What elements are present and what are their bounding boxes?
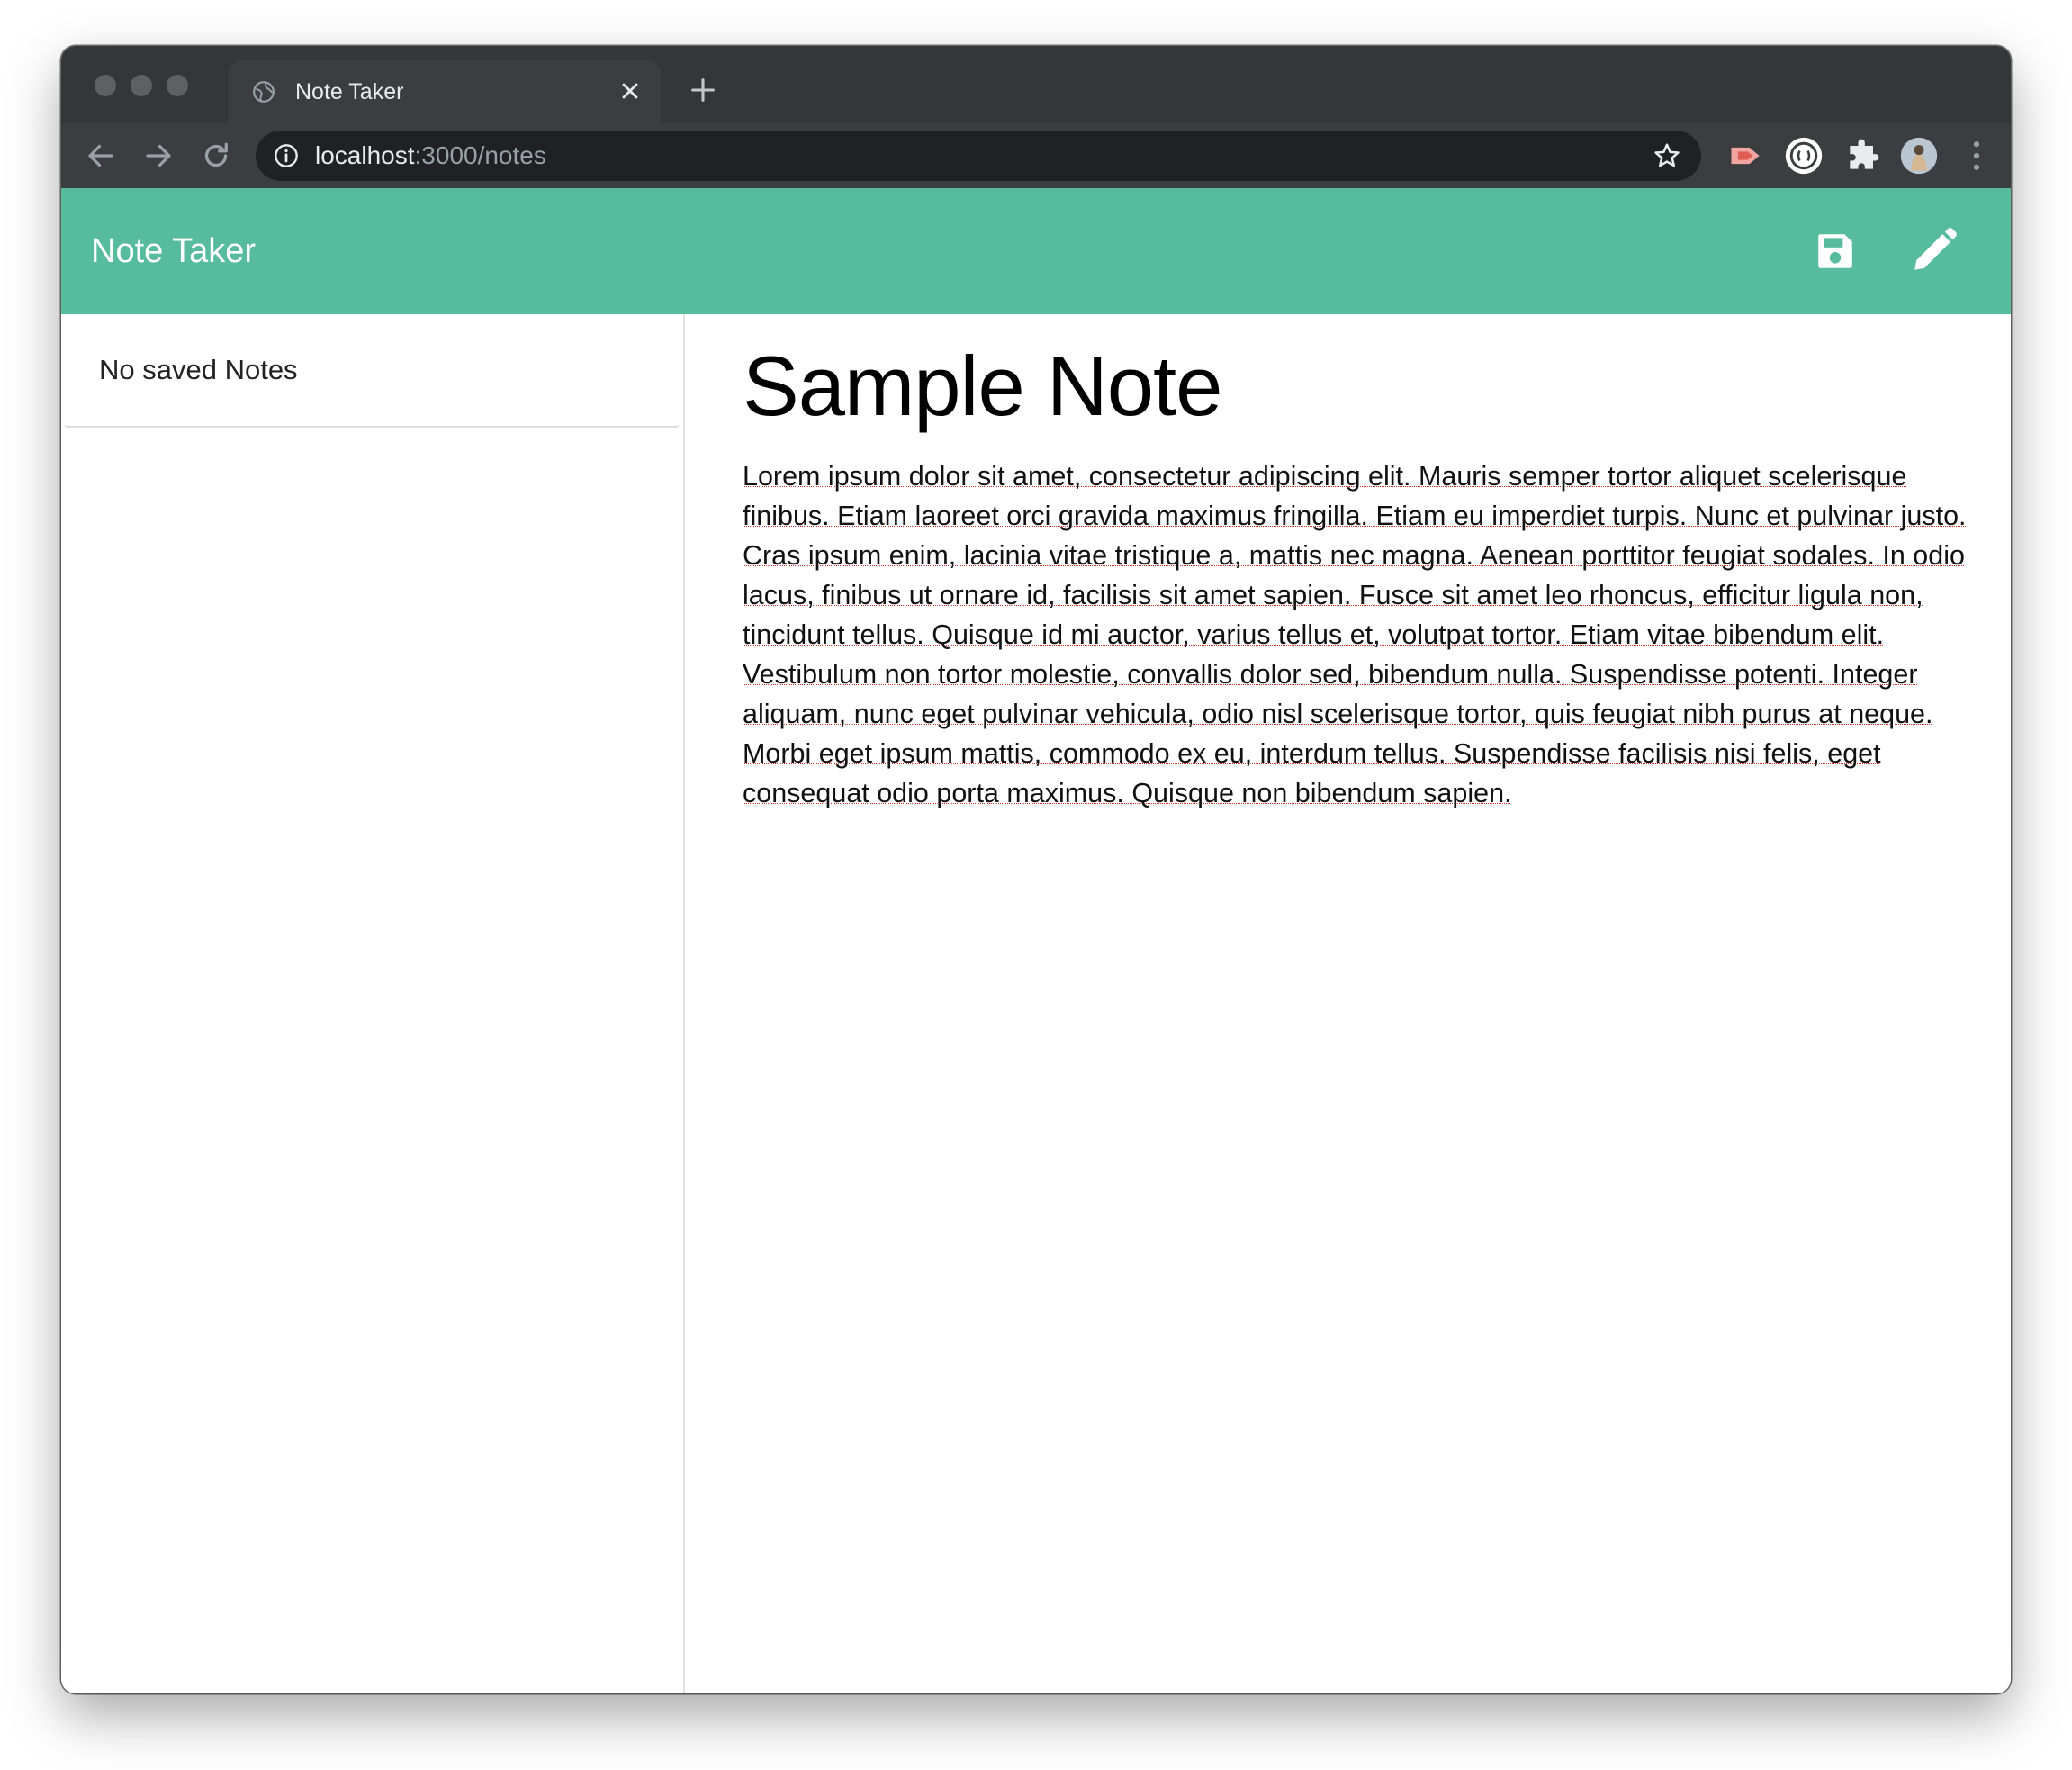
empty-notes-message: No saved Notes (99, 354, 298, 385)
url-host: localhost (315, 141, 415, 169)
extension-circle-icon[interactable] (1784, 136, 1824, 176)
info-icon[interactable] (274, 143, 299, 168)
window-controls (95, 75, 188, 96)
minimize-window-dot[interactable] (131, 75, 152, 96)
puzzle-extensions-icon[interactable] (1843, 136, 1883, 176)
tab-strip: Note Taker (61, 46, 2011, 123)
browser-toolbar: localhost:3000/notes (61, 123, 2011, 188)
brand-title[interactable]: Note Taker (91, 230, 256, 273)
url-text: localhost:3000/notes (315, 139, 546, 173)
browser-window: Note Taker localhost:3000/notes Note Tak… (61, 46, 2011, 1693)
forward-arrow-icon[interactable] (142, 140, 175, 172)
pencil-icon[interactable] (1908, 224, 1960, 276)
note-title[interactable]: Sample Note (743, 314, 1976, 431)
close-icon[interactable] (617, 78, 643, 104)
address-bar[interactable]: localhost:3000/notes (256, 131, 1701, 181)
extension-tag-icon[interactable] (1726, 136, 1766, 176)
globe-icon (253, 81, 275, 103)
notes-sidebar: No saved Notes (61, 314, 685, 1693)
app-navbar: Note Taker (61, 188, 2011, 314)
browser-menu-icon[interactable] (1957, 136, 1996, 176)
list-item: No saved Notes (64, 314, 680, 428)
note-taker-app: Note Taker No saved Notes Sample Note Lo… (61, 188, 2011, 1693)
tab-title: Note Taker (295, 79, 404, 104)
back-arrow-icon[interactable] (85, 140, 117, 172)
reload-icon[interactable] (200, 140, 232, 172)
note-body[interactable]: Lorem ipsum dolor sit amet, consectetur … (743, 456, 1976, 813)
maximize-window-dot[interactable] (167, 75, 188, 96)
profile-avatar[interactable] (1899, 136, 1939, 176)
url-path: :3000/notes (414, 141, 546, 169)
bookmark-star-icon[interactable] (1653, 141, 1681, 170)
close-window-dot[interactable] (95, 75, 116, 96)
note-editor: Sample Note Lorem ipsum dolor sit amet, … (743, 314, 1976, 813)
new-tab-icon[interactable] (688, 75, 718, 105)
save-icon[interactable] (1813, 229, 1858, 274)
browser-tab[interactable]: Note Taker (229, 60, 661, 123)
